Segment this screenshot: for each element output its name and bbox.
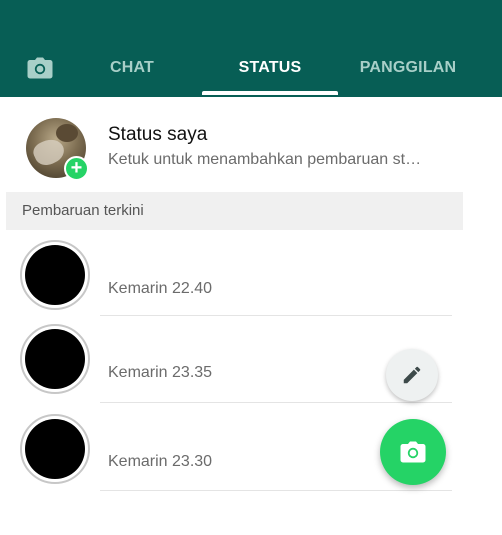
camera-icon bbox=[400, 441, 426, 463]
my-status-title: Status saya bbox=[108, 124, 208, 145]
avatar bbox=[25, 329, 85, 389]
status-update-row[interactable]: Kemarin 22.40 bbox=[0, 240, 502, 322]
camera-icon bbox=[27, 57, 53, 79]
active-tab-indicator bbox=[202, 91, 338, 95]
my-status-subtitle: Ketuk untuk menambahkan pembaruan st… bbox=[108, 151, 422, 168]
camera-status-button[interactable] bbox=[380, 419, 446, 485]
tab-status[interactable]: STATUS bbox=[202, 52, 338, 84]
tab-calls[interactable]: PANGGILAN bbox=[348, 52, 468, 84]
text-status-button[interactable] bbox=[386, 349, 438, 401]
plus-icon: + bbox=[64, 156, 89, 181]
tab-chat[interactable]: CHAT bbox=[90, 52, 174, 84]
status-time: Kemarin 23.35 bbox=[108, 364, 213, 381]
status-time: Kemarin 23.30 bbox=[108, 453, 213, 470]
avatar bbox=[25, 245, 85, 305]
my-status-row[interactable]: + Status saya Ketuk untuk menambahkan pe… bbox=[0, 108, 502, 188]
pencil-icon bbox=[403, 366, 421, 384]
app-bar: CHAT STATUS PANGGILAN bbox=[0, 0, 502, 97]
avatar bbox=[25, 419, 85, 479]
status-time: Kemarin 22.40 bbox=[108, 280, 213, 297]
divider bbox=[100, 490, 452, 491]
divider bbox=[100, 402, 452, 403]
recent-updates-header: Pembaruan terkini bbox=[6, 192, 463, 230]
divider bbox=[100, 315, 452, 316]
tab-camera[interactable] bbox=[22, 52, 58, 84]
